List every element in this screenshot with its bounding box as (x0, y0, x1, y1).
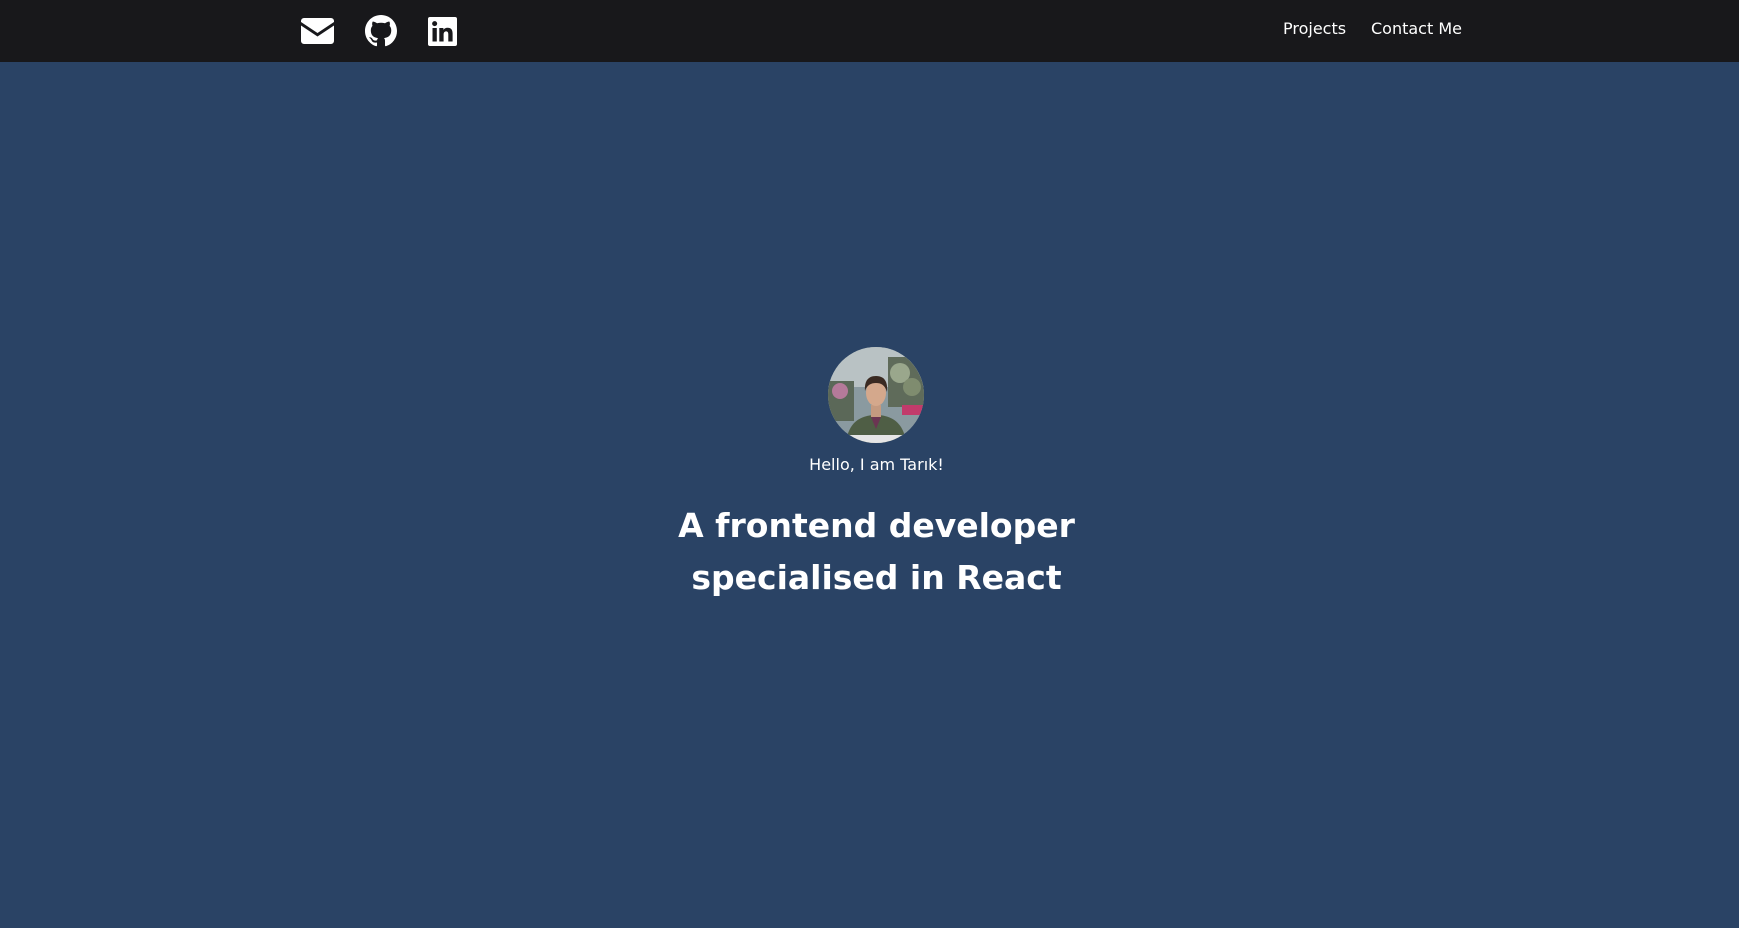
hero-section: Hello, I am Tarık! A frontend developer … (0, 62, 1739, 928)
headline-line-1: A frontend developer (678, 506, 1075, 545)
github-link[interactable] (362, 0, 400, 62)
linkedin-link[interactable] (424, 0, 460, 62)
nav-contact-link[interactable]: Contact Me (1371, 0, 1462, 60)
greeting-text: Hello, I am Tarık! (809, 455, 944, 474)
email-link[interactable] (298, 0, 336, 62)
hero-headline: A frontend developer specialised in Reac… (0, 500, 1739, 604)
github-icon (365, 15, 397, 47)
nav-projects-link[interactable]: Projects (1283, 0, 1346, 60)
profile-photo (828, 347, 924, 443)
profile-avatar (828, 347, 924, 443)
top-navigation-bar: Projects Contact Me (0, 0, 1739, 62)
headline-line-2: specialised in React (691, 558, 1062, 597)
envelope-icon (300, 18, 334, 44)
linkedin-icon (427, 16, 457, 46)
